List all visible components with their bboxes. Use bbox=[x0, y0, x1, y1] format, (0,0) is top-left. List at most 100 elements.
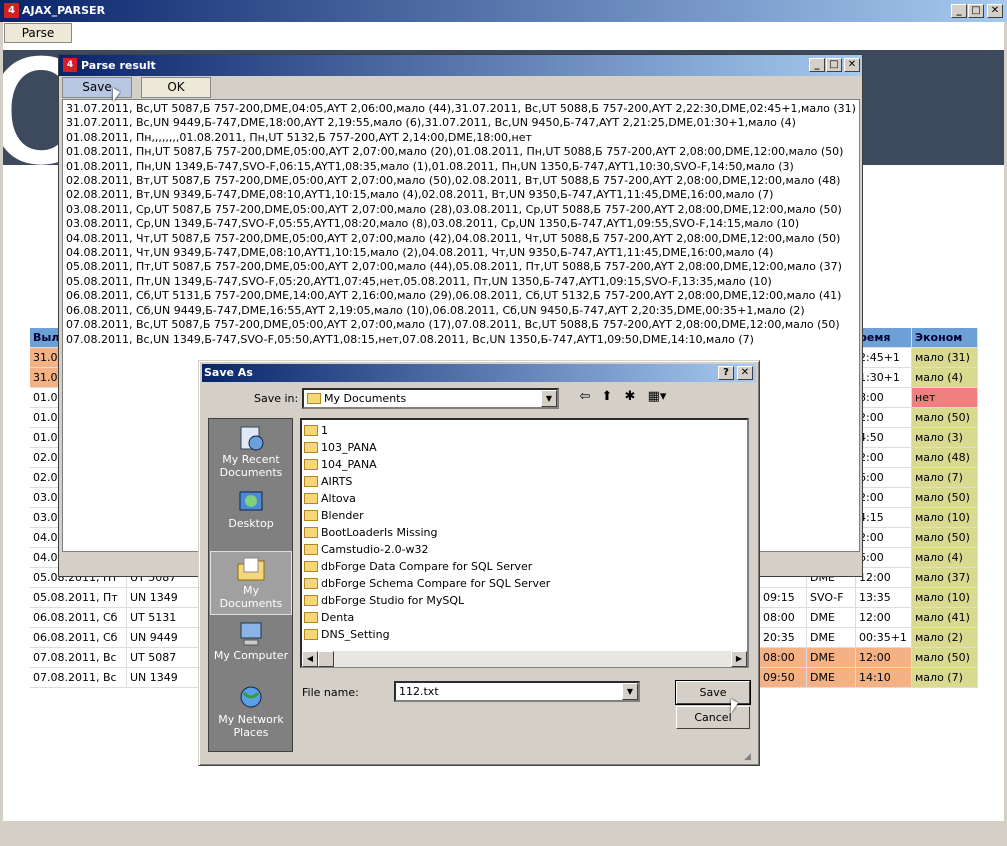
table-cell: 14:10 bbox=[856, 668, 912, 688]
result-line: 01.08.2011, Пн,UN 1349,Б-747,SVO-F,06:15… bbox=[66, 159, 794, 173]
app-logo-icon: 4 bbox=[4, 3, 19, 18]
status-bar bbox=[3, 820, 1004, 846]
place-recent-documents[interactable]: My Recent Documents bbox=[210, 421, 292, 485]
folder-icon bbox=[307, 393, 321, 404]
table-cell: UT 5131 bbox=[127, 608, 207, 628]
table-cell: UN 1349 bbox=[127, 588, 207, 608]
horizontal-scrollbar[interactable]: ◀ ▶ bbox=[302, 651, 747, 667]
table-cell: 06.08.2011, Сб bbox=[30, 628, 127, 648]
view-menu-icon[interactable]: ▦▾ bbox=[645, 388, 669, 406]
file-name-label: File name: bbox=[302, 686, 359, 699]
mouse-cursor-icon bbox=[113, 88, 120, 102]
mouse-cursor-icon bbox=[731, 699, 738, 713]
file-list-item[interactable]: 1 bbox=[304, 422, 328, 439]
maximize-icon[interactable]: □ bbox=[826, 58, 842, 72]
file-list-item[interactable]: 104_PANA bbox=[304, 456, 377, 473]
result-line: 04.08.2011, Чт,UN 9349,Б-747,DME,08:10,A… bbox=[66, 246, 774, 260]
save-button[interactable]: Save bbox=[675, 680, 751, 705]
place-my-computer[interactable]: My Computer bbox=[210, 617, 292, 681]
minimize-icon[interactable]: _ bbox=[809, 58, 825, 72]
file-list-item[interactable]: BootLoaderIs Missing bbox=[304, 524, 438, 541]
file-list-item[interactable]: AIRTS bbox=[304, 473, 352, 490]
minimize-icon[interactable]: _ bbox=[951, 4, 967, 18]
file-name-input[interactable]: 112.txt ▼ bbox=[394, 681, 640, 702]
file-list-item[interactable]: Altova bbox=[304, 490, 356, 507]
chevron-down-icon[interactable]: ▼ bbox=[541, 390, 557, 407]
close-icon[interactable]: ✕ bbox=[844, 58, 860, 72]
table-cell: мало (41) bbox=[912, 608, 978, 628]
folder-icon bbox=[304, 510, 318, 521]
back-icon[interactable]: ⇦ bbox=[575, 388, 595, 406]
resize-grip-icon[interactable]: ◢ bbox=[744, 752, 751, 762]
result-line: 03.08.2011, Ср,UT 5087,Б 757-200,DME,05:… bbox=[66, 202, 842, 216]
parse-button[interactable]: Parse bbox=[4, 23, 72, 43]
cancel-button[interactable]: Cancel bbox=[676, 706, 750, 729]
table-cell: нет bbox=[912, 388, 978, 408]
file-list-item[interactable]: dbForge Studio for MySQL bbox=[304, 592, 464, 609]
table-cell: мало (4) bbox=[912, 548, 978, 568]
scroll-thumb[interactable] bbox=[318, 651, 334, 667]
table-cell: DME bbox=[807, 648, 856, 668]
new-folder-icon[interactable]: ✱ bbox=[620, 388, 640, 406]
close-icon[interactable]: ✕ bbox=[987, 4, 1003, 18]
save-as-title-bar: Save As ? ✕ bbox=[202, 364, 756, 382]
result-line: 05.08.2011, Пт,UT 5087,Б 757-200,DME,05:… bbox=[66, 260, 842, 274]
folder-icon bbox=[304, 493, 318, 504]
result-line: 03.08.2011, Ср,UN 1349,Б-747,SVO-F,05:55… bbox=[66, 217, 800, 231]
help-icon[interactable]: ? bbox=[718, 366, 734, 380]
ok-button[interactable]: OK bbox=[141, 77, 211, 98]
close-icon[interactable]: ✕ bbox=[737, 366, 753, 380]
table-cell: 06.08.2011, Сб bbox=[30, 608, 127, 628]
table-cell: мало (48) bbox=[912, 448, 978, 468]
table-cell: 12:00 bbox=[856, 648, 912, 668]
folder-icon bbox=[304, 476, 318, 487]
table-cell: 2:00 bbox=[856, 448, 912, 468]
result-line: 01.08.2011, Пн,UT 5087,Б 757-200,DME,05:… bbox=[66, 145, 844, 159]
maximize-icon[interactable]: □ bbox=[968, 4, 984, 18]
folder-icon bbox=[304, 442, 318, 453]
file-list-item[interactable]: 103_PANA bbox=[304, 439, 377, 456]
table-cell: мало (50) bbox=[912, 528, 978, 548]
table-cell: DME bbox=[807, 668, 856, 688]
table-cell: 4:50 bbox=[856, 428, 912, 448]
place-desktop[interactable]: Desktop bbox=[210, 485, 292, 549]
result-line: 06.08.2011, Сб,UN 9449,Б-747,DME,16:55,A… bbox=[66, 303, 805, 317]
folder-icon bbox=[304, 578, 318, 589]
file-list-item[interactable]: dbForge Schema Compare for SQL Server bbox=[304, 575, 550, 592]
table-cell: 2:45+1 bbox=[856, 348, 912, 368]
table-cell: DME bbox=[807, 608, 856, 628]
table-cell: мало (7) bbox=[912, 468, 978, 488]
table-cell: 09:50 bbox=[760, 668, 807, 688]
file-list[interactable]: 1 103_PANA 104_PANA AIRTS Altova Blender BootL… bbox=[300, 418, 749, 668]
table-cell: Эконом bbox=[912, 328, 978, 348]
file-list-item[interactable]: Camstudio-2.0-w32 bbox=[304, 541, 429, 558]
table-cell: 07.08.2011, Вс bbox=[30, 648, 127, 668]
file-list-item[interactable]: Denta bbox=[304, 609, 354, 626]
table-cell: 12:00 bbox=[856, 608, 912, 628]
save-in-label: Save in: bbox=[254, 392, 299, 405]
save-as-title: Save As bbox=[204, 366, 253, 379]
table-cell: мало (3) bbox=[912, 428, 978, 448]
scroll-right-icon[interactable]: ▶ bbox=[731, 651, 747, 667]
main-title-bar: 4 AJAX_PARSER _ □ ✕ bbox=[0, 0, 1007, 22]
up-folder-icon[interactable]: ⬆ bbox=[597, 388, 617, 406]
folder-icon bbox=[304, 459, 318, 470]
scroll-left-icon[interactable]: ◀ bbox=[302, 651, 318, 667]
table-cell: мало (50) bbox=[912, 648, 978, 668]
chevron-down-icon[interactable]: ▼ bbox=[622, 683, 638, 700]
file-list-item[interactable]: dbForge Data Compare for SQL Server bbox=[304, 558, 532, 575]
table-cell: мало (31) bbox=[912, 348, 978, 368]
table-cell: мало (4) bbox=[912, 368, 978, 388]
save-in-combo[interactable]: My Documents ▼ bbox=[302, 388, 559, 409]
table-cell: UN 1349 bbox=[127, 668, 207, 688]
save-result-button[interactable]: Save bbox=[62, 77, 132, 98]
table-cell: 12:00 bbox=[856, 568, 912, 588]
file-list-item[interactable]: DNS_Setting bbox=[304, 626, 390, 643]
result-line: 02.08.2011, Вт,UN 9349,Б-747,DME,08:10,A… bbox=[66, 188, 774, 202]
place-my-documents[interactable]: My Documents bbox=[210, 551, 292, 615]
table-cell: 1:30+1 bbox=[856, 368, 912, 388]
file-list-item[interactable]: Blender bbox=[304, 507, 364, 524]
place-my-network-places[interactable]: My Network Places bbox=[210, 681, 292, 745]
table-cell: UT 5087 bbox=[127, 648, 207, 668]
result-line: 05.08.2011, Пт,UN 1349,Б-747,SVO-F,05:20… bbox=[66, 274, 772, 288]
